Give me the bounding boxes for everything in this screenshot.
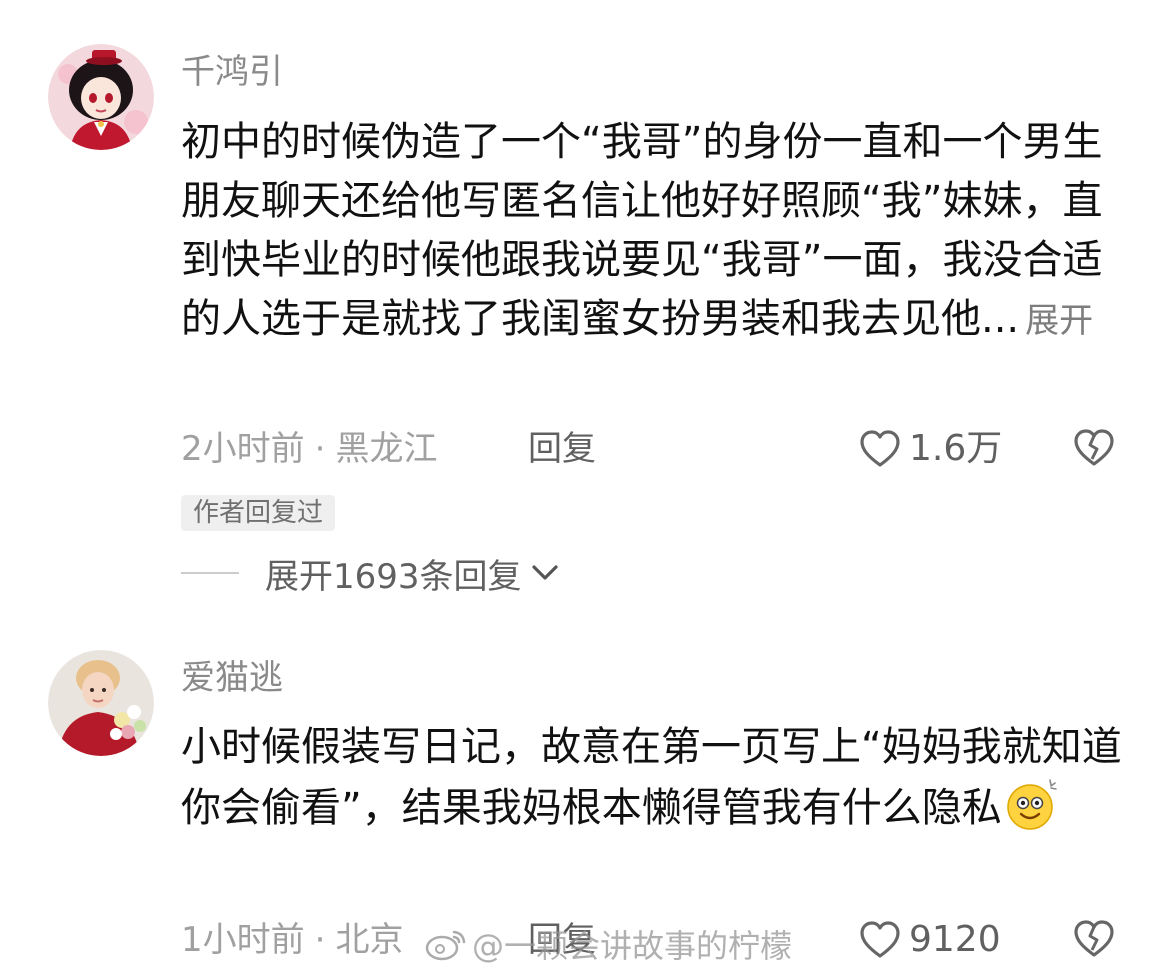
smiling-face-emoji-icon	[1006, 779, 1057, 830]
user-avatar[interactable]	[48, 44, 154, 150]
dislike-button[interactable]	[1073, 427, 1115, 469]
chevron-down-icon	[531, 565, 558, 580]
like-count: 9120	[909, 919, 1001, 960]
comment-text-content: 初中的时候伪造了一个“我哥”的身份一直和一个男生朋友聊天还给他写匿名信让他好好照…	[181, 119, 1103, 342]
expand-replies-button[interactable]: 展开1693条回复	[181, 550, 562, 597]
comment-meta-row: 2小时前 · 黑龙江 回复 1.6万	[181, 427, 1176, 471]
comment-location: 北京	[335, 920, 404, 960]
comment-time: 1小时前	[181, 920, 305, 960]
meta-separator: ·	[314, 920, 326, 960]
broken-heart-icon	[1074, 429, 1114, 466]
comment-text: 初中的时候伪造了一个“我哥”的身份一直和一个男生朋友聊天还给他写匿名信让他好好照…	[181, 113, 1141, 351]
dislike-button[interactable]	[1073, 918, 1115, 960]
like-button[interactable]: 1.6万	[859, 427, 1002, 471]
like-button[interactable]: 9120	[859, 918, 1001, 962]
anime-girl-avatar-icon	[48, 44, 154, 150]
user-avatar[interactable]	[48, 650, 154, 756]
username[interactable]: 千鸿引	[181, 52, 283, 92]
comment-text: 小时候假装写日记，故意在第一页写上“妈妈我就知道你会偷看”，结果我妈根本懒得管我…	[181, 718, 1141, 838]
author-replied-badge: 作者回复过	[181, 495, 336, 531]
divider-line	[181, 572, 239, 574]
comment-location: 黑龙江	[335, 429, 438, 469]
like-count: 1.6万	[909, 428, 1003, 469]
expand-replies-label: 展开1693条回复	[265, 556, 522, 597]
heart-icon	[860, 921, 900, 958]
meta-separator: ·	[314, 429, 326, 469]
person-with-flowers-avatar-icon	[48, 650, 154, 756]
heart-icon	[860, 430, 900, 467]
expand-text-button[interactable]: 展开	[1025, 301, 1093, 341]
reply-button[interactable]: 回复	[528, 918, 596, 962]
reply-button[interactable]: 回复	[528, 427, 596, 471]
comment-meta-row: 1小时前 · 北京 回复 9120	[181, 918, 1176, 962]
comment-text-content: 小时候假装写日记，故意在第一页写上“妈妈我就知道你会偷看”，结果我妈根本懒得管我…	[181, 724, 1122, 831]
username[interactable]: 爱猫逃	[181, 658, 283, 698]
broken-heart-icon	[1074, 920, 1114, 957]
comment-time: 2小时前	[181, 429, 305, 469]
